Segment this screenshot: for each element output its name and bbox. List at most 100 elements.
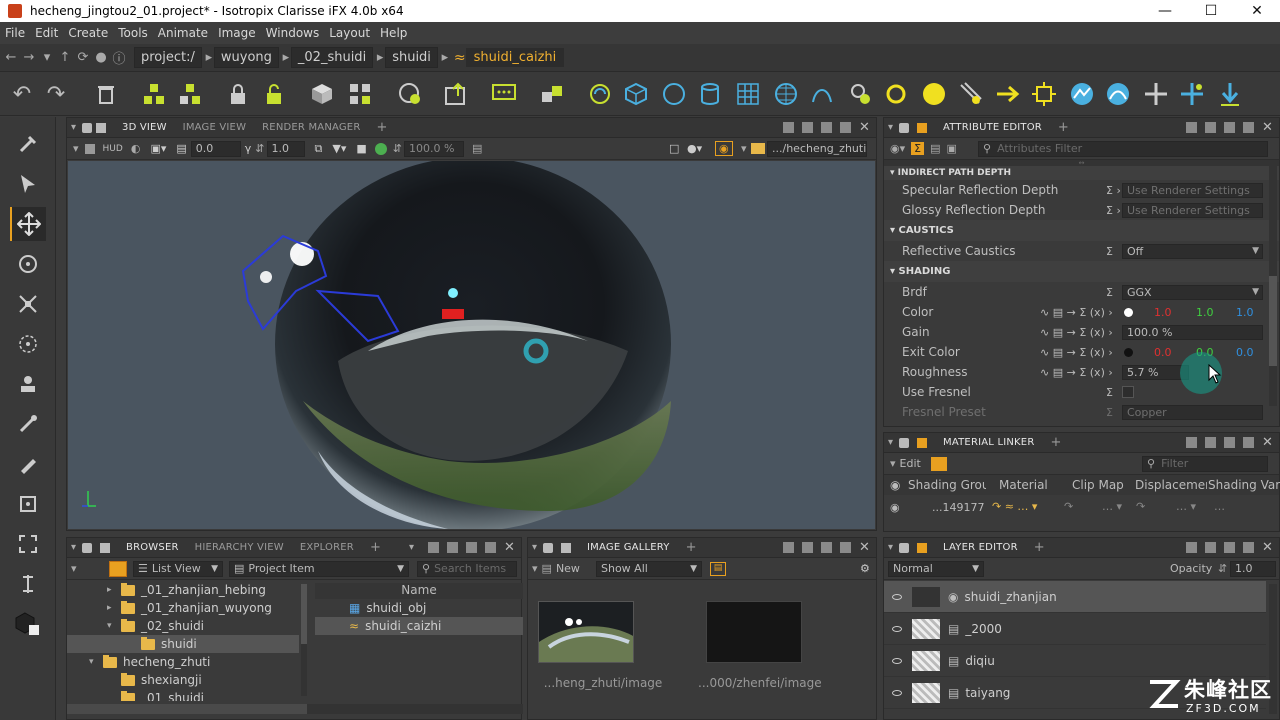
column-displacement[interactable]: Displacement — [1135, 478, 1207, 492]
columns-icon[interactable] — [1224, 542, 1235, 553]
cube-icon[interactable] — [308, 80, 336, 108]
minimize-button[interactable]: — — [1142, 0, 1188, 22]
cylinder-primitive-icon[interactable] — [696, 80, 724, 108]
area-light-icon[interactable] — [1030, 80, 1058, 108]
attr-exit-color[interactable]: Exit Color ∿ ▤ → Σ (x) › 0.0 0.0 0.0 — [884, 342, 1279, 362]
column-clip-map[interactable]: Clip Map — [1072, 478, 1124, 492]
attr-use-fresnel[interactable]: Use Fresnel Σ — [884, 382, 1279, 402]
attr-color[interactable]: Color ∿ ▤ → Σ (x) › 1.0 1.0 1.0 — [884, 302, 1279, 322]
dropdown-icon[interactable]: ▾ — [741, 142, 747, 155]
sigma-filter-icon[interactable]: Σ — [911, 142, 925, 155]
layout-icon[interactable] — [802, 122, 813, 133]
crumb-wuyong[interactable]: wuyong — [213, 47, 279, 68]
forward-icon[interactable]: → — [20, 50, 38, 65]
tree-item[interactable]: ▸ _01_zhanjian_wuyong — [107, 599, 272, 617]
glossy-depth-select[interactable]: Use Renderer Settings — [1122, 202, 1263, 218]
3d-viewport[interactable] — [68, 157, 875, 531]
lock-icon[interactable] — [543, 542, 554, 553]
tree-item[interactable]: ▾ _02_shuidi — [107, 617, 204, 635]
split-icon[interactable] — [1186, 122, 1197, 133]
directional-light-icon[interactable] — [994, 80, 1022, 108]
color-g[interactable]: 1.0 — [1196, 306, 1214, 319]
split-icon[interactable] — [428, 542, 439, 553]
close-panel-icon[interactable]: ✕ — [504, 541, 515, 554]
columns-icon[interactable] — [466, 542, 477, 553]
columns-icon[interactable] — [1224, 122, 1235, 133]
select-arrow-icon[interactable] — [10, 167, 46, 201]
sphere-primitive-icon[interactable] — [660, 80, 688, 108]
edit-menu[interactable]: Edit — [900, 457, 921, 470]
tab-layer-editor[interactable]: LAYER EDITOR — [935, 542, 1026, 553]
sigma-icon[interactable]: Σ › — [1106, 204, 1121, 217]
tree-scrollbar[interactable] — [301, 584, 307, 696]
split-icon[interactable] — [783, 122, 794, 133]
tab-3d-view[interactable]: 3D VIEW — [114, 122, 175, 133]
instancer-icon[interactable] — [586, 80, 614, 108]
refresh-icon[interactable]: ⟳ — [74, 50, 92, 65]
redo-icon[interactable]: ↷ — [42, 80, 70, 108]
menu-create[interactable]: Create — [63, 26, 113, 40]
channel-icon[interactable]: ⧉ — [315, 142, 323, 156]
gi-monte-carlo-icon[interactable] — [1068, 80, 1096, 108]
gain-field[interactable]: 100.0 % — [1122, 324, 1263, 340]
texture-link-icon[interactable]: ∿ ▤ → Σ (x) › — [1040, 326, 1113, 339]
import-icon[interactable] — [442, 80, 470, 108]
columns-icon[interactable] — [821, 542, 832, 553]
menu-layout[interactable]: Layout — [324, 26, 375, 40]
sigma-icon[interactable]: Σ — [1106, 386, 1113, 399]
menu-help[interactable]: Help — [375, 26, 412, 40]
expand-icon[interactable]: ▸ — [107, 603, 121, 613]
close-panel-icon[interactable]: ✕ — [1262, 541, 1273, 554]
columns-icon[interactable] — [1224, 437, 1235, 448]
settings-icon[interactable] — [917, 122, 928, 133]
max-icon[interactable] — [1243, 437, 1254, 448]
texture-link-icon[interactable]: ∿ ▤ → Σ (x) › — [1040, 346, 1113, 359]
tree-item[interactable]: _01_shuidi — [121, 689, 204, 701]
menu-edit[interactable]: Edit — [30, 26, 63, 40]
unlock-icon[interactable] — [260, 80, 288, 108]
column-shading-variable[interactable]: Shading Variab — [1208, 478, 1280, 492]
color-swatch[interactable] — [1124, 347, 1133, 357]
add-tab-icon[interactable]: + — [368, 120, 395, 135]
monitor-icon[interactable]: ▣▾ — [150, 142, 166, 155]
tab-attribute-editor[interactable]: ATTRIBUTE EDITOR — [935, 122, 1050, 133]
exit-color-b[interactable]: 0.0 — [1236, 346, 1254, 359]
specular-depth-select[interactable]: Use Renderer Settings — [1122, 182, 1263, 198]
group-icon[interactable] — [140, 80, 168, 108]
crumb-02-shuidi[interactable]: _02_shuidi — [290, 47, 374, 68]
scrollbar[interactable] — [1269, 166, 1277, 406]
scatterer-icon[interactable] — [538, 80, 566, 108]
layout-icon[interactable] — [1205, 542, 1216, 553]
add-tab-icon[interactable]: + — [1042, 435, 1069, 450]
visibility-eye-icon[interactable] — [892, 593, 902, 600]
attr-gain[interactable]: Gain ∿ ▤ → Σ (x) › 100.0 % — [884, 322, 1279, 342]
item-row-selected[interactable]: ≈ shuidi_caizhi — [315, 617, 523, 635]
opacity-field[interactable]: 1.0 — [1230, 560, 1276, 577]
tab-material-linker[interactable]: MATERIAL LINKER — [935, 437, 1042, 448]
tab-explorer[interactable]: EXPLORER — [292, 542, 362, 553]
sigma-icon[interactable]: Σ — [1106, 286, 1113, 299]
ungroup-icon[interactable] — [176, 80, 204, 108]
settings-icon[interactable] — [96, 122, 107, 133]
column-name[interactable]: Name — [315, 583, 523, 599]
gallery-image-icon[interactable]: ▤ — [710, 561, 726, 576]
scale-tool-icon[interactable] — [10, 287, 46, 321]
place-tool-icon[interactable] — [10, 367, 46, 401]
eye-icon[interactable]: ◉ — [715, 141, 733, 156]
horizontal-scrollbar[interactable] — [67, 704, 523, 714]
attr-roughness[interactable]: Roughness ∿ ▤ → Σ (x) › 5.7 % — [884, 352, 1279, 394]
rotate-tool-icon[interactable] — [10, 247, 46, 281]
attr-specular-reflection-depth[interactable]: Specular Reflection Depth Σ › Use Renderer… — [884, 180, 1279, 200]
tabs-menu-icon[interactable]: ▾ — [409, 542, 420, 553]
color-r[interactable]: 1.0 — [1154, 306, 1172, 319]
layout-icon[interactable] — [802, 542, 813, 553]
settings-icon[interactable] — [100, 542, 111, 553]
columns-icon[interactable] — [821, 122, 832, 133]
caustics-select[interactable]: Off — [1122, 243, 1263, 259]
sigma-icon[interactable]: Σ — [1106, 406, 1113, 419]
sync-icon[interactable] — [374, 142, 387, 155]
color-swatch[interactable] — [1124, 307, 1133, 317]
tree-item[interactable]: ▸ _01_zhanjian_hebing — [107, 581, 266, 599]
hud-toggle[interactable]: HUD — [103, 144, 123, 154]
scrollbar-thumb[interactable] — [1269, 276, 1277, 366]
